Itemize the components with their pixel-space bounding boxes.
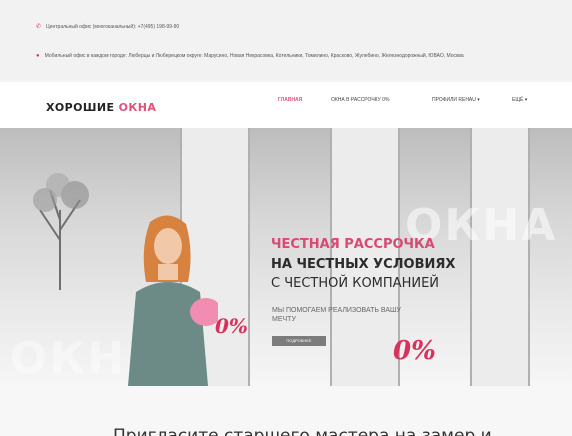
woman-photo: [128, 215, 218, 386]
hero-headline-3: С ЧЕСТНОЙ КОМПАНИЕЙ: [271, 276, 440, 291]
window-frame: [470, 128, 530, 386]
address-line: ● Мобильный офис в каждом городе: Люберц…: [36, 52, 556, 60]
nav-installment[interactable]: ОКНА В РАССРОЧКУ 0%: [331, 97, 389, 103]
site-header: ХОРОШИЕ ОКНА ГЛАВНАЯ ОКНА В РАССРОЧКУ 0%…: [0, 82, 572, 128]
discount-badge-small: 0%: [215, 314, 248, 338]
address-text: Мобильный офис в каждом городе: Люберцы …: [44, 53, 464, 59]
phone-icon: ✆: [36, 24, 42, 30]
details-button[interactable]: ПОДРОБНЕЕ: [272, 336, 326, 346]
top-info-bar: ✆ Центральный офис (многоканальный): +7(…: [0, 0, 572, 82]
nav-more[interactable]: ЕЩЁ ▾: [512, 97, 527, 103]
location-pin-icon: ●: [36, 53, 40, 59]
hero-headline-1: ЧЕСТНАЯ РАССРОЧКА: [271, 237, 435, 252]
cta-title: Пригласите старшего мастера на замер и: [113, 426, 492, 436]
phone-text[interactable]: Центральный офис (многоканальный): +7(49…: [46, 23, 179, 31]
hero-subtext: МЫ ПОМОГАЕМ РЕАЛИЗОВАТЬ ВАШУ МЕЧТУ: [272, 307, 401, 323]
phone-line: ✆ Центральный офис (многоканальный): +7(…: [36, 23, 179, 31]
logo[interactable]: ХОРОШИЕ ОКНА: [46, 101, 156, 114]
nav-profiles[interactable]: ПРОФИЛИ REHAU ▾: [432, 97, 480, 103]
logo-main: ХОРОШИЕ: [46, 101, 119, 114]
tree-image: [33, 173, 89, 290]
nav-home[interactable]: ГЛАВНАЯ: [278, 97, 302, 103]
hero-headline-2: НА ЧЕСТНЫХ УСЛОВИЯХ: [271, 257, 456, 272]
logo-accent: ОКНА: [118, 101, 157, 114]
discount-badge-big: 0%: [393, 336, 436, 366]
